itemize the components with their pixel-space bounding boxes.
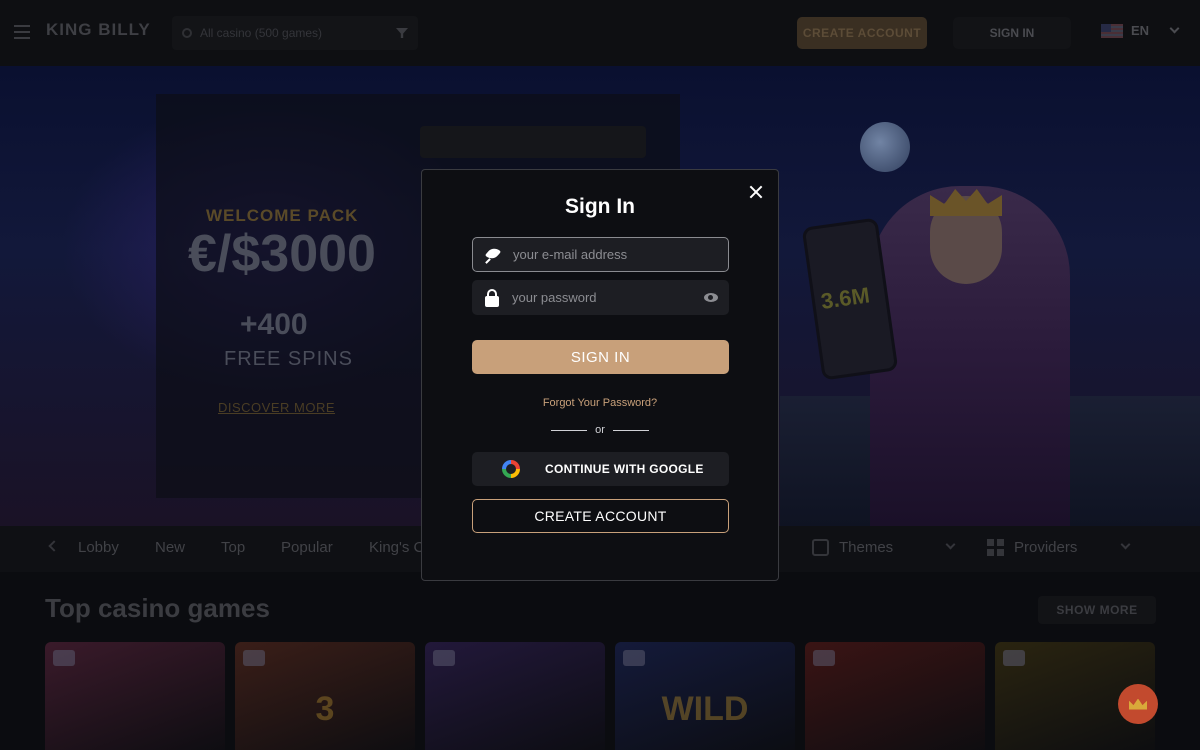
or-divider: or	[550, 424, 650, 436]
promo-input	[420, 126, 646, 158]
vip-crown-button[interactable]	[1118, 684, 1158, 724]
chevron-down-icon	[1169, 23, 1180, 34]
feather-icon	[485, 247, 501, 263]
crown-icon	[1129, 698, 1147, 710]
create-account-button[interactable]: CREATE ACCOUNT	[797, 17, 927, 49]
badge-icon	[433, 650, 455, 666]
spins-count: +400	[240, 308, 308, 341]
grid-icon	[987, 539, 1004, 556]
tab-lobby[interactable]: Lobby	[78, 539, 119, 556]
bonus-amount: €/$3000	[188, 225, 376, 283]
themes-dropdown[interactable]: Themes	[812, 539, 893, 556]
welcome-pack-label: WELCOME PACK	[206, 206, 359, 225]
logo[interactable]: KING BILLY	[46, 20, 151, 40]
top-header: KING BILLY All casino (500 games) CREATE…	[0, 0, 1200, 66]
free-spins-label: FREE SPINS	[224, 348, 353, 370]
section-title: Top casino games	[45, 593, 270, 623]
lock-icon	[485, 288, 499, 307]
email-input[interactable]	[513, 238, 728, 271]
game-tile[interactable]	[425, 642, 605, 750]
google-icon	[502, 460, 520, 478]
modal-title: Sign In	[565, 195, 635, 218]
badge-icon	[1003, 650, 1025, 666]
language-label: EN	[1131, 23, 1150, 38]
game-tile[interactable]	[45, 642, 225, 750]
moon-image	[860, 122, 910, 172]
tab-new[interactable]: New	[155, 539, 185, 556]
or-label: or	[595, 424, 605, 436]
badge-icon	[53, 650, 75, 666]
password-input[interactable]	[512, 280, 693, 315]
google-button-label: CONTINUE WITH GOOGLE	[545, 462, 704, 476]
tab-top[interactable]: Top	[221, 539, 245, 556]
us-flag-icon	[1101, 23, 1123, 38]
filter-icon[interactable]	[396, 28, 408, 38]
logo-text: KING BILLY	[46, 20, 151, 39]
badge-icon	[813, 650, 835, 666]
email-field[interactable]	[472, 237, 729, 272]
game-tile[interactable]	[805, 642, 985, 750]
menu-icon[interactable]	[14, 25, 30, 39]
password-field[interactable]	[472, 280, 729, 315]
badge-icon	[623, 650, 645, 666]
search-input[interactable]: All casino (500 games)	[200, 26, 388, 40]
themes-icon	[812, 539, 829, 556]
language-selector[interactable]: EN	[1101, 23, 1180, 38]
sign-in-button[interactable]: SIGN IN	[472, 340, 729, 374]
tab-kings-choice[interactable]: King's C	[369, 539, 424, 556]
providers-label: Providers	[1014, 539, 1078, 556]
tab-popular[interactable]: Popular	[281, 539, 333, 556]
search-box[interactable]: All casino (500 games)	[172, 16, 418, 50]
badge-icon	[243, 650, 265, 666]
game-tile[interactable]: 3	[235, 642, 415, 750]
themes-label: Themes	[839, 539, 894, 556]
header-sign-in-button[interactable]: SIGN IN	[953, 17, 1071, 49]
game-tile[interactable]: WILD	[615, 642, 795, 750]
show-password-icon[interactable]	[693, 280, 729, 315]
show-more-button[interactable]: SHOW MORE	[1038, 596, 1156, 624]
phone-jackpot-text: 3.6M	[819, 282, 872, 314]
sign-in-modal: Sign In SIGN IN Forgot Your Password? or…	[421, 169, 779, 581]
create-account-modal-button[interactable]: CREATE ACCOUNT	[472, 499, 729, 533]
continue-with-google-button[interactable]: CONTINUE WITH GOOGLE	[472, 452, 729, 486]
providers-dropdown[interactable]: Providers	[987, 539, 1077, 556]
forgot-password-link[interactable]: Forgot Your Password?	[422, 397, 778, 409]
discover-more-link[interactable]: DISCOVER MORE	[218, 400, 335, 415]
search-icon	[182, 28, 192, 38]
